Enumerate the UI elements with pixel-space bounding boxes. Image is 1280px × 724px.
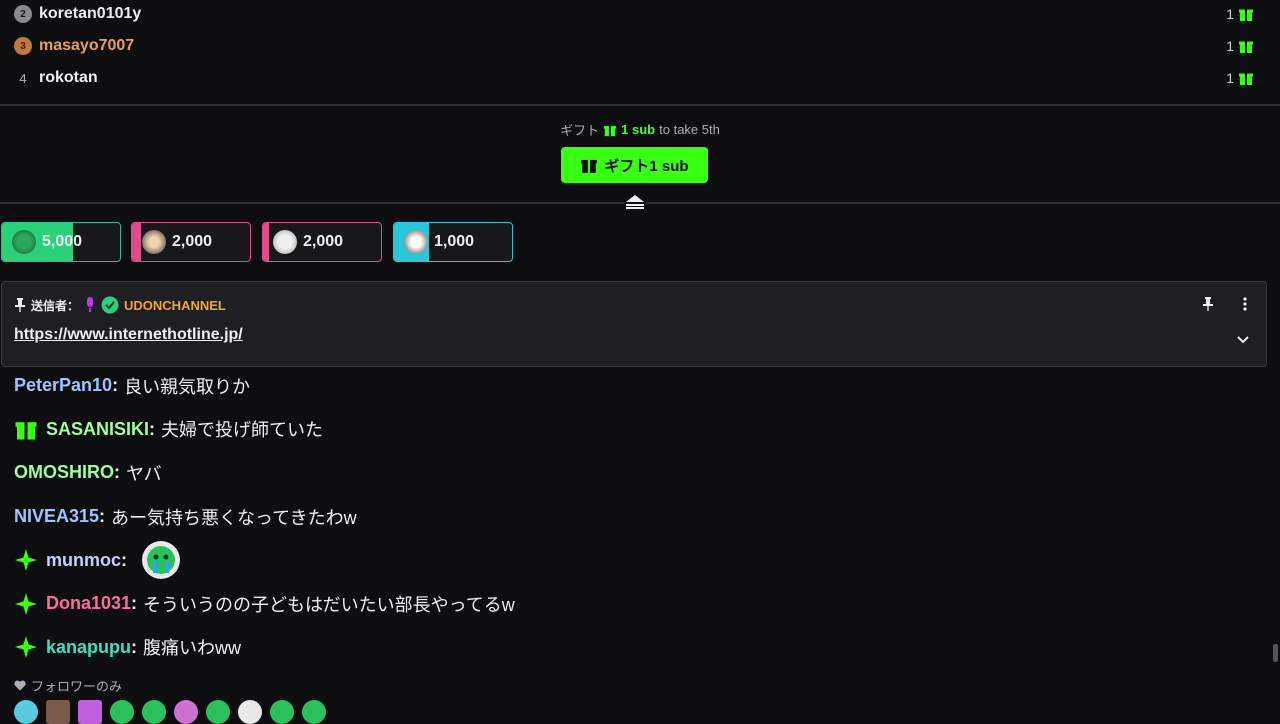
emote-icon[interactable] — [110, 700, 134, 724]
followers-only-indicator: フォロワーのみ — [14, 676, 122, 695]
emote-icon[interactable] — [270, 700, 294, 724]
sparkle-badge-icon[interactable] — [14, 548, 38, 572]
chat-text: 良い親気取りか — [124, 376, 251, 397]
sparkle-badge-icon[interactable] — [14, 635, 38, 659]
leaderboard-row[interactable]: 4 rokotan 1 — [14, 62, 1254, 94]
collapse-handle[interactable] — [624, 194, 646, 210]
hype-chip[interactable]: 2,000 — [131, 222, 251, 262]
leaderboard-username[interactable]: masayo7007 — [39, 37, 134, 55]
gift-leaderboard: 2 koretan0101y 1 3 masayo7007 1 4 rokota… — [0, 0, 1280, 106]
emote-icon[interactable] — [206, 700, 230, 724]
chevron-down-icon — [1237, 336, 1249, 344]
chat-message[interactable]: Dona1031: そういうのの子どもはだいたい部長やってるw — [14, 582, 1254, 626]
chat-message[interactable]: munmoc: — [14, 538, 1254, 582]
emote-icon[interactable] — [14, 700, 38, 724]
gift-icon — [1239, 41, 1253, 53]
gift-count: 1 — [1226, 6, 1254, 22]
gift-sub-button[interactable]: ギフト1 sub — [561, 147, 708, 183]
pinned-message: 送信者： UDONCHANNEL https://www.internethot… — [1, 281, 1267, 367]
rank-number: 4 — [19, 70, 27, 86]
chat-username[interactable]: NIVEA315 — [14, 506, 99, 527]
avatar — [273, 230, 297, 254]
gift-badge-icon[interactable] — [14, 417, 38, 441]
chat-username[interactable]: kanapupu — [46, 637, 131, 658]
microphone-icon — [87, 297, 94, 312]
chat-message[interactable]: PeterPan10: 良い親気取りか — [14, 364, 1254, 408]
gift-icon — [604, 125, 617, 136]
leaderboard-username[interactable]: koretan0101y — [39, 5, 141, 23]
chat-message[interactable]: OMOSHIRO: ヤバ — [14, 451, 1254, 495]
chat-messages: PeterPan10: 良い親気取りか SASANISIKI: 夫婦で投げ師てい… — [14, 364, 1254, 669]
pinned-actions — [1202, 296, 1248, 312]
chat-text: 腹痛いわww — [143, 638, 242, 659]
pin-icon[interactable] — [1202, 296, 1214, 312]
chat-text: あー気持ち悪くなってきたわw — [111, 507, 357, 528]
gift-prompt: ギフト 1 sub to take 5th ギフト1 sub — [0, 106, 1280, 210]
avatar — [12, 230, 36, 254]
hype-chip[interactable]: 1,000 — [393, 222, 513, 262]
gift-count: 1 — [1226, 38, 1254, 54]
emote-icon[interactable] — [142, 700, 166, 724]
sender-label: 送信者： — [31, 298, 80, 313]
chat-scrollbar[interactable] — [1273, 644, 1278, 662]
heart-icon — [14, 680, 26, 691]
gift-icon — [581, 159, 598, 173]
more-options-icon[interactable] — [1242, 296, 1248, 312]
chip-fill — [132, 223, 142, 261]
gift-to-rank-text: ギフト 1 sub to take 5th — [560, 122, 720, 138]
leaderboard-row[interactable]: 3 masayo7007 1 — [14, 30, 1254, 62]
chat-username[interactable]: PeterPan10 — [14, 375, 112, 396]
emote-icon[interactable] — [238, 700, 262, 724]
avatar — [404, 230, 428, 254]
leaderboard-row[interactable]: 2 koretan0101y 1 — [14, 0, 1254, 30]
gift-icon — [1239, 73, 1253, 85]
pinned-link[interactable]: https://www.internethotline.jp/ — [14, 326, 243, 344]
hype-chip[interactable]: 2,000 — [262, 222, 382, 262]
pin-icon — [15, 298, 25, 312]
emote-icon[interactable] — [174, 700, 198, 724]
emote-bar — [14, 700, 326, 724]
chat-username[interactable]: SASANISIKI — [46, 419, 149, 440]
chat-username[interactable]: Dona1031 — [46, 593, 131, 614]
chat-message[interactable]: kanapupu: 腹痛いわww — [14, 626, 1254, 670]
verified-badge-icon — [101, 296, 119, 314]
emote-icon[interactable] — [78, 700, 102, 724]
expand-pinned-button[interactable] — [1236, 332, 1250, 350]
rank-badge: 2 — [14, 5, 32, 23]
emote-icon[interactable] — [302, 700, 326, 724]
chat-text: ヤバ — [126, 463, 162, 484]
gift-icon — [1239, 9, 1253, 21]
leaderboard-username[interactable]: rokotan — [39, 69, 98, 87]
chat-message[interactable]: NIVEA315: あー気持ち悪くなってきたわw — [14, 495, 1254, 539]
chat-text: 夫婦で投げ師ていた — [161, 420, 324, 441]
pinned-header: 送信者： UDONCHANNEL — [14, 296, 226, 314]
avatar — [142, 230, 166, 254]
rank-badge: 3 — [14, 37, 32, 55]
crying-emote-icon — [142, 541, 181, 580]
hype-chips: 5,000 2,000 2,000 1,000 — [0, 222, 1280, 264]
chat-text: そういうのの子どもはだいたい部長やってるw — [143, 594, 515, 615]
sender-name[interactable]: UDONCHANNEL — [124, 298, 226, 313]
chat-message[interactable]: SASANISIKI: 夫婦で投げ師ていた — [14, 408, 1254, 452]
chat-username[interactable]: munmoc — [46, 550, 121, 571]
sparkle-badge-icon[interactable] — [14, 592, 38, 616]
chip-fill — [263, 223, 269, 261]
gift-count: 1 — [1226, 70, 1254, 86]
hype-chip[interactable]: 5,000 — [1, 222, 121, 262]
eject-icon — [626, 195, 644, 209]
emote-icon[interactable] — [46, 700, 70, 724]
chat-username[interactable]: OMOSHIRO — [14, 462, 114, 483]
